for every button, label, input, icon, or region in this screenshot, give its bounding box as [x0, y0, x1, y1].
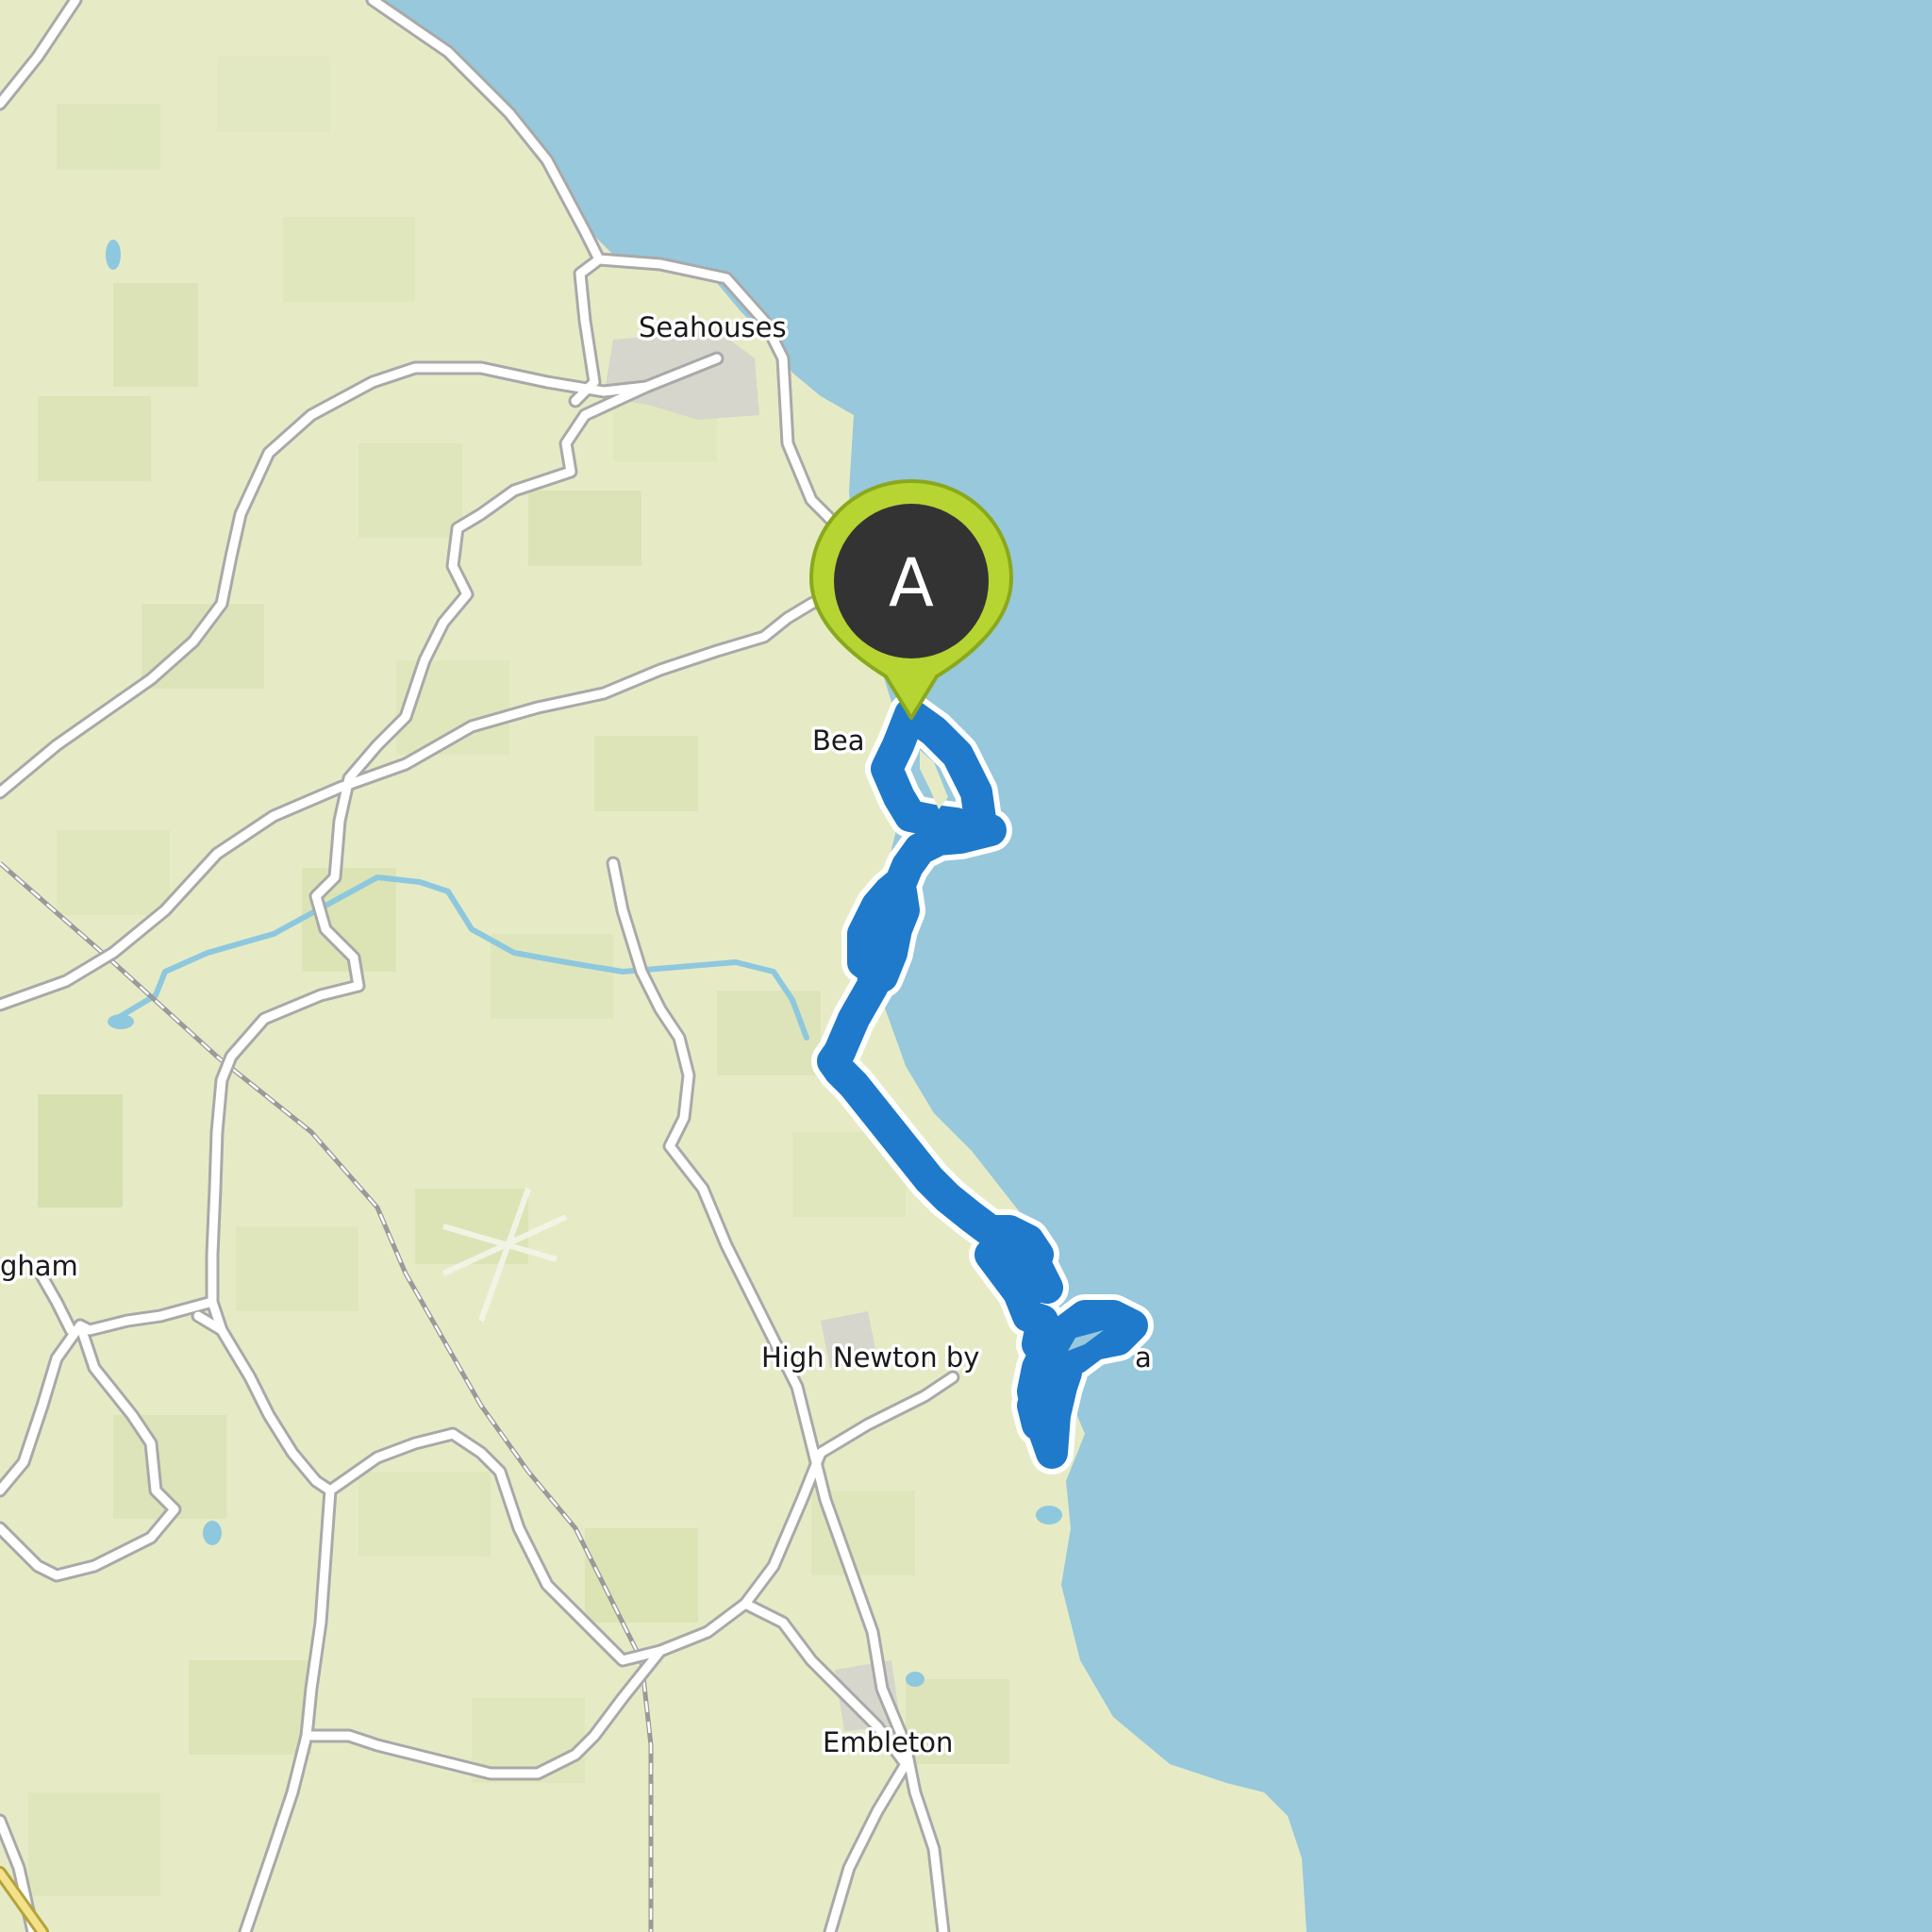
map-canvas[interactable]: Seahouses Bea High Newton by a gham Embl… — [0, 0, 1932, 1932]
label-high-newton-tail: a — [1135, 1341, 1152, 1374]
label-seahouses: Seahouses — [639, 311, 787, 343]
label-high-newton: High Newton by — [761, 1341, 979, 1374]
label-bamburgh-partial: gham — [0, 1250, 78, 1282]
label-beadnell: Bea — [812, 724, 865, 757]
marker-letter: A — [889, 544, 934, 622]
map-view[interactable]: Seahouses Bea High Newton by a gham Embl… — [0, 0, 1932, 1932]
label-embleton: Embleton — [823, 1726, 953, 1758]
